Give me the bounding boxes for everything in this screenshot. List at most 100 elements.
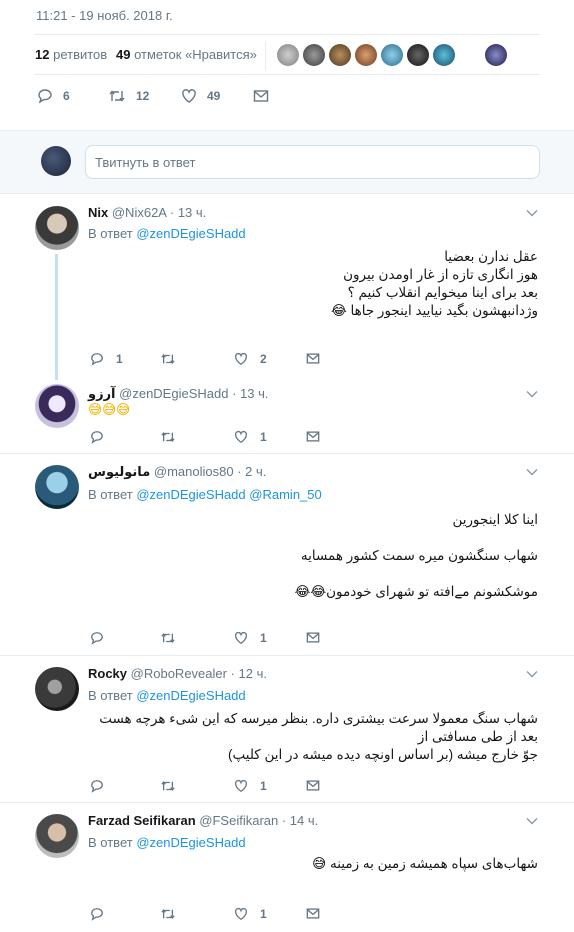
mention-link[interactable]: @zenDEgieSHadd	[136, 688, 245, 703]
thread-connector	[55, 254, 58, 380]
like-button[interactable]: 1	[234, 907, 267, 921]
reply-button[interactable]	[90, 907, 116, 921]
liker-avatar[interactable]	[433, 44, 455, 66]
likes-stat[interactable]: 49 отметок «Нравится»	[116, 47, 257, 62]
tweet-stats: 12 ретвитов 49 отметок «Нравится»	[0, 34, 574, 76]
retweet-button[interactable]	[160, 631, 188, 645]
reply-icon	[91, 780, 103, 793]
replying-to: В ответ @zenDEgieSHadd	[88, 688, 246, 703]
liker-avatar[interactable]	[303, 44, 325, 66]
user-handle[interactable]: @Nix62A	[112, 205, 166, 220]
tweet-text: 😅😅😅	[88, 402, 131, 418]
message-button[interactable]	[306, 779, 320, 792]
mention-link[interactable]: @zenDEgieSHadd	[136, 226, 245, 241]
tweet-time[interactable]: 12 ч.	[239, 666, 267, 681]
like-icon	[235, 907, 247, 921]
like-button[interactable]: 1	[234, 631, 267, 645]
like-button[interactable]: 49	[181, 88, 220, 104]
liker-avatar[interactable]	[355, 44, 377, 66]
retweet-button[interactable]	[160, 352, 188, 366]
tweet-time[interactable]: 14 ч.	[290, 813, 318, 828]
tweet-actions: 1	[88, 779, 328, 795]
chevron-down-icon[interactable]	[526, 388, 538, 400]
retweet-icon	[109, 90, 125, 102]
reply-button[interactable]: 1	[90, 352, 123, 366]
chevron-down-icon[interactable]	[526, 466, 538, 478]
tweet-actions: 1	[88, 631, 328, 647]
mention-link[interactable]: @zenDEgieSHadd	[136, 835, 245, 850]
retweet-button[interactable]	[160, 907, 188, 921]
reply-button[interactable]	[90, 631, 116, 645]
like-button[interactable]: 2	[234, 352, 267, 366]
user-name[interactable]: مانولیوس	[88, 464, 150, 479]
chevron-down-icon[interactable]	[526, 207, 538, 219]
retweets-stat[interactable]: 12 ретвитов	[35, 47, 107, 62]
retweet-button[interactable]	[160, 430, 188, 444]
tweet-header: Nix @Nix62A · 13 ч.	[88, 205, 207, 220]
avatar[interactable]	[35, 667, 79, 711]
user-handle[interactable]: @manolios80	[154, 464, 234, 479]
like-icon	[182, 89, 196, 103]
reply-input[interactable]: Твитнуть в ответ	[85, 145, 540, 179]
like-button[interactable]: 1	[234, 430, 267, 444]
retweet-button[interactable]: 12	[108, 88, 149, 104]
message-icon	[306, 632, 320, 643]
reply-tweet: Farzad Seifikaran @FSeifikaran · 14 ч. В…	[0, 804, 574, 932]
tweet-actions: 1 2	[88, 352, 328, 368]
tweet-header: Rocky @RoboRevealer · 12 ч.	[88, 666, 267, 681]
message-button[interactable]	[306, 907, 320, 920]
reply-button[interactable]: 6	[37, 88, 70, 104]
user-name[interactable]: آرزو	[88, 386, 116, 401]
message-icon	[306, 431, 320, 442]
user-name[interactable]: Rocky	[88, 666, 127, 681]
retweet-icon	[161, 781, 175, 791]
avatar[interactable]	[35, 206, 79, 250]
liker-avatar[interactable]	[329, 44, 351, 66]
replying-to: В ответ @zenDEgieSHadd @Ramin_50	[88, 487, 322, 502]
liker-avatar[interactable]	[277, 44, 299, 66]
replying-to: В ответ @zenDEgieSHadd	[88, 226, 246, 241]
user-name[interactable]: Nix	[88, 205, 108, 220]
tweet-text: عقل ندارن بعضیا هوز انگاری تازه از غار ا…	[330, 249, 538, 318]
tweet-time[interactable]: 13 ч.	[240, 386, 268, 401]
avatar[interactable]	[35, 814, 79, 858]
user-handle[interactable]: @FSeifikaran	[199, 813, 278, 828]
chevron-down-icon[interactable]	[526, 815, 538, 827]
tweet-timestamp[interactable]: 11:21 - 19 нояб. 2018 г.	[36, 8, 173, 23]
like-icon	[235, 631, 247, 645]
tweet-time[interactable]: 13 ч.	[178, 205, 206, 220]
user-handle[interactable]: @zenDEgieSHadd	[119, 386, 228, 401]
reply-icon	[91, 908, 103, 921]
mention-link[interactable]: @zenDEgieSHadd	[136, 487, 245, 502]
reply-button[interactable]	[90, 430, 116, 444]
message-icon	[253, 90, 269, 102]
message-button[interactable]	[253, 89, 269, 103]
retweet-icon	[161, 432, 175, 442]
tweet-header: Farzad Seifikaran @FSeifikaran · 14 ч.	[88, 813, 319, 828]
tweet-header: آرزو @zenDEgieSHadd · 13 ч.	[88, 386, 269, 401]
retweet-button[interactable]	[160, 779, 188, 793]
user-handle[interactable]: @RoboRevealer	[131, 666, 227, 681]
like-button[interactable]: 1	[234, 779, 267, 793]
retweet-icon	[161, 354, 175, 364]
message-icon	[306, 780, 320, 791]
mention-link[interactable]: @Ramin_50	[249, 487, 321, 502]
tweet-actions: 1	[88, 907, 328, 923]
message-button[interactable]	[306, 352, 320, 365]
liker-avatar[interactable]	[381, 44, 403, 66]
message-button[interactable]	[306, 430, 320, 443]
replying-to: В ответ @zenDEgieSHadd	[88, 835, 246, 850]
divider	[265, 42, 266, 70]
avatar[interactable]	[35, 465, 79, 509]
avatar[interactable]	[35, 384, 79, 428]
tweet-time[interactable]: 2 ч.	[245, 464, 266, 479]
message-button[interactable]	[306, 631, 320, 644]
liker-avatar[interactable]	[485, 44, 507, 66]
retweet-icon	[161, 909, 175, 919]
liker-avatar[interactable]	[407, 44, 429, 66]
reply-button[interactable]	[90, 779, 116, 793]
user-name[interactable]: Farzad Seifikaran	[88, 813, 196, 828]
chevron-down-icon[interactable]	[526, 668, 538, 680]
like-icon	[235, 779, 247, 793]
message-icon	[306, 353, 320, 364]
